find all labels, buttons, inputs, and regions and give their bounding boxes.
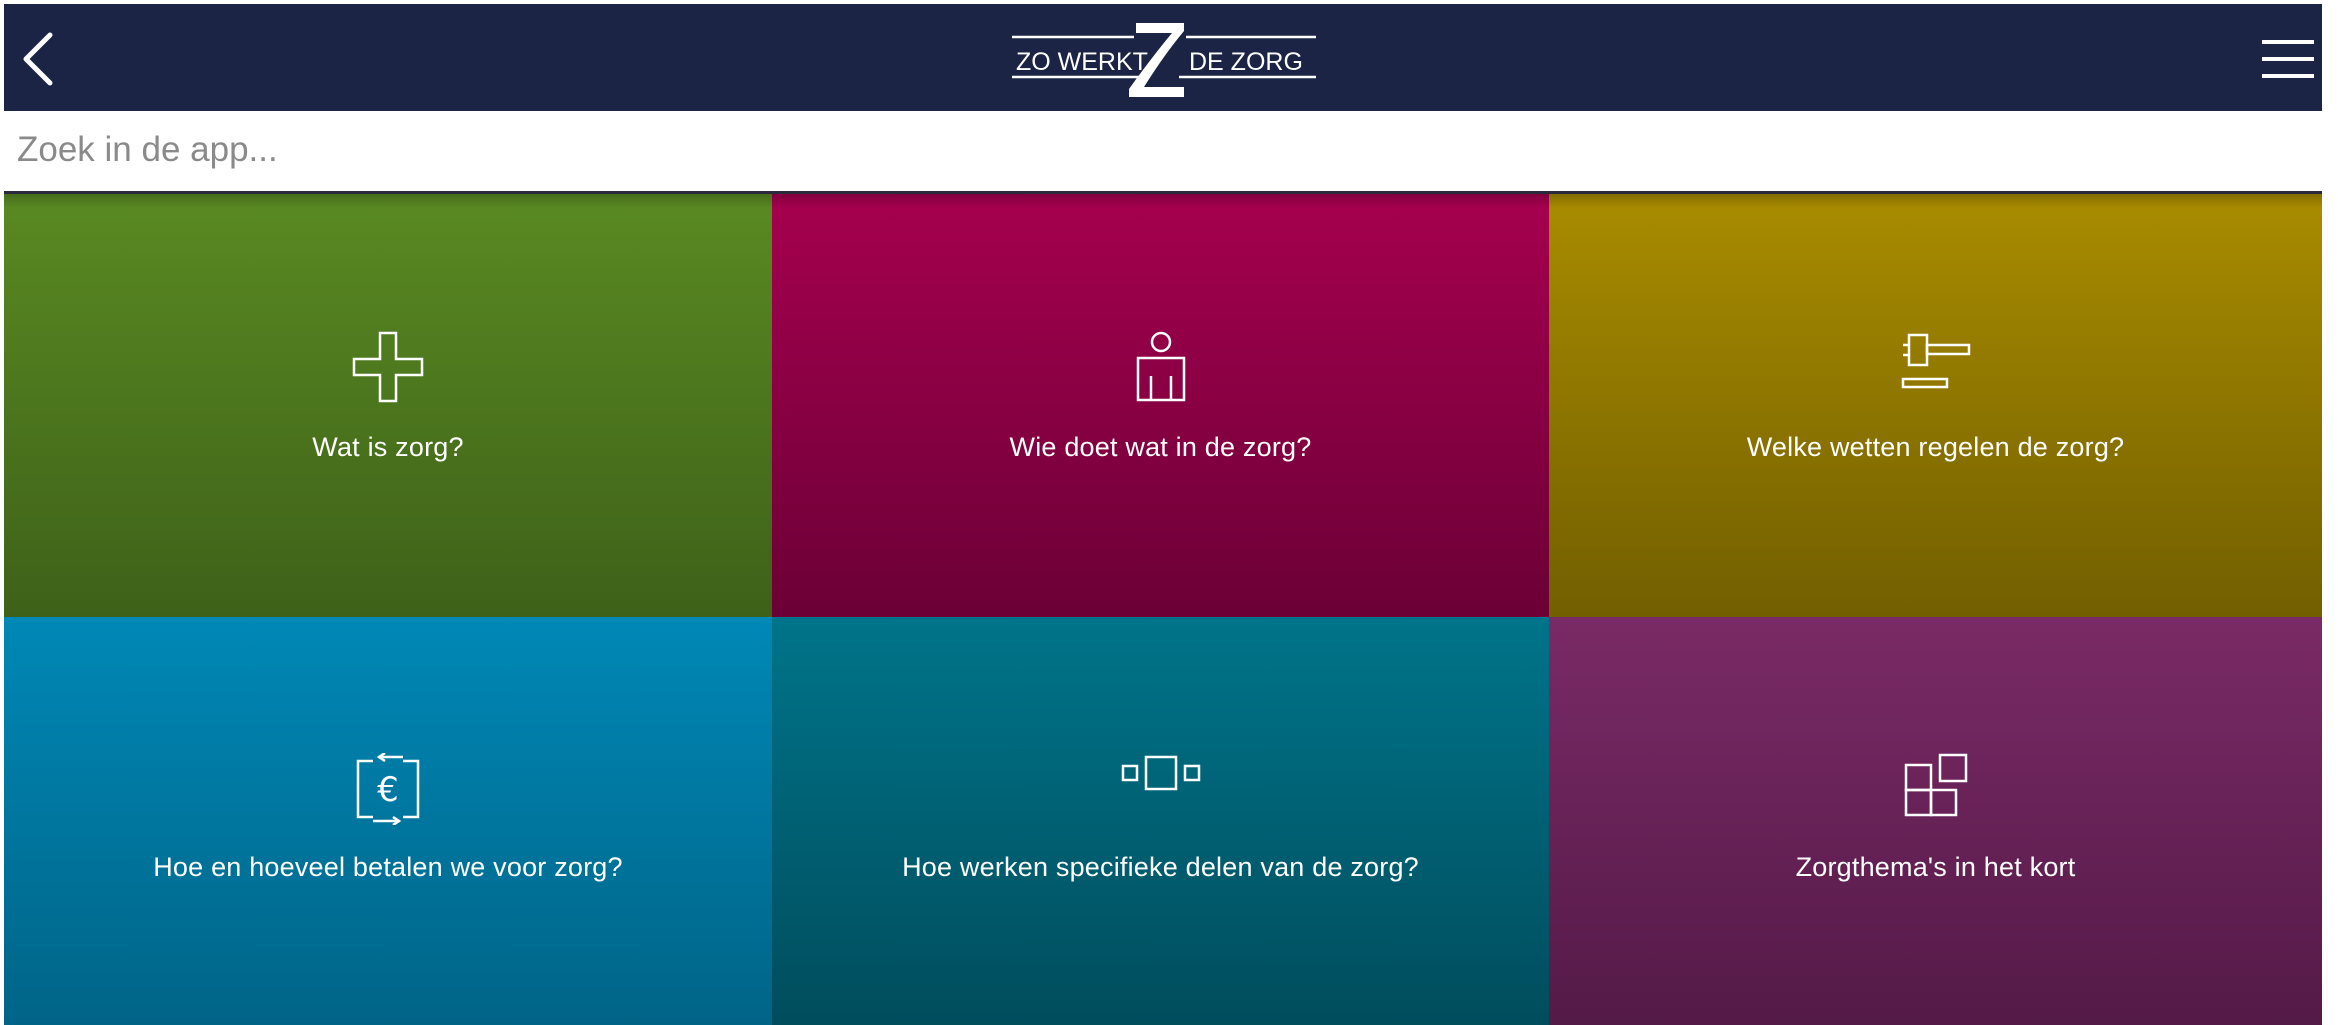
- svg-text:€: €: [377, 770, 399, 810]
- tile-label: Wie doet wat in de zorg?: [1009, 432, 1312, 462]
- tile-label: Zorgthema's in het kort: [1795, 852, 2076, 882]
- tile-wat-is-zorg[interactable]: Wat is zorg?: [4, 194, 772, 617]
- tile-label: Wat is zorg?: [312, 432, 464, 462]
- app-screen: ZO WERKT DE ZORG Wat is zorg?: [4, 4, 2322, 1025]
- tile-welke-wetten[interactable]: Welke wetten regelen de zorg?: [1549, 194, 2322, 617]
- tiles-icon: [1904, 753, 1967, 817]
- hamburger-menu-icon: [2262, 40, 2314, 78]
- tile-zorgthemas[interactable]: Zorgthema's in het kort: [1549, 617, 2322, 1025]
- tile-specifieke-delen[interactable]: Hoe werken specifieke delen van de zorg?: [772, 617, 1549, 1025]
- tile-label: Hoe en hoeveel betalen we voor zorg?: [153, 852, 623, 882]
- tile-label: Welke wetten regelen de zorg?: [1746, 432, 2125, 462]
- search-bar: [4, 111, 2322, 194]
- logo-text-right: DE ZORG: [1189, 48, 1303, 76]
- euro-exchange-icon: €: [356, 753, 420, 825]
- logo-text-left: ZO WERKT: [1016, 48, 1148, 76]
- back-button[interactable]: [14, 29, 64, 89]
- menu-button[interactable]: [2252, 34, 2322, 84]
- medical-cross-icon: [352, 331, 424, 403]
- gavel-icon: [1901, 333, 1970, 389]
- person-icon: [1136, 331, 1185, 402]
- parts-boxes-icon: [1121, 755, 1200, 791]
- chevron-left-icon: [23, 32, 53, 86]
- app-logo: ZO WERKT DE ZORG: [1004, 17, 1324, 101]
- tile-wie-doet-wat[interactable]: Wie doet wat in de zorg?: [772, 194, 1549, 617]
- tile-hoe-betalen[interactable]: € Hoe en hoeveel betalen we voor zorg?: [4, 617, 772, 1025]
- top-bar: ZO WERKT DE ZORG: [4, 4, 2322, 111]
- search-input[interactable]: [4, 111, 2297, 189]
- tile-label: Hoe werken specifieke delen van de zorg?: [902, 852, 1419, 882]
